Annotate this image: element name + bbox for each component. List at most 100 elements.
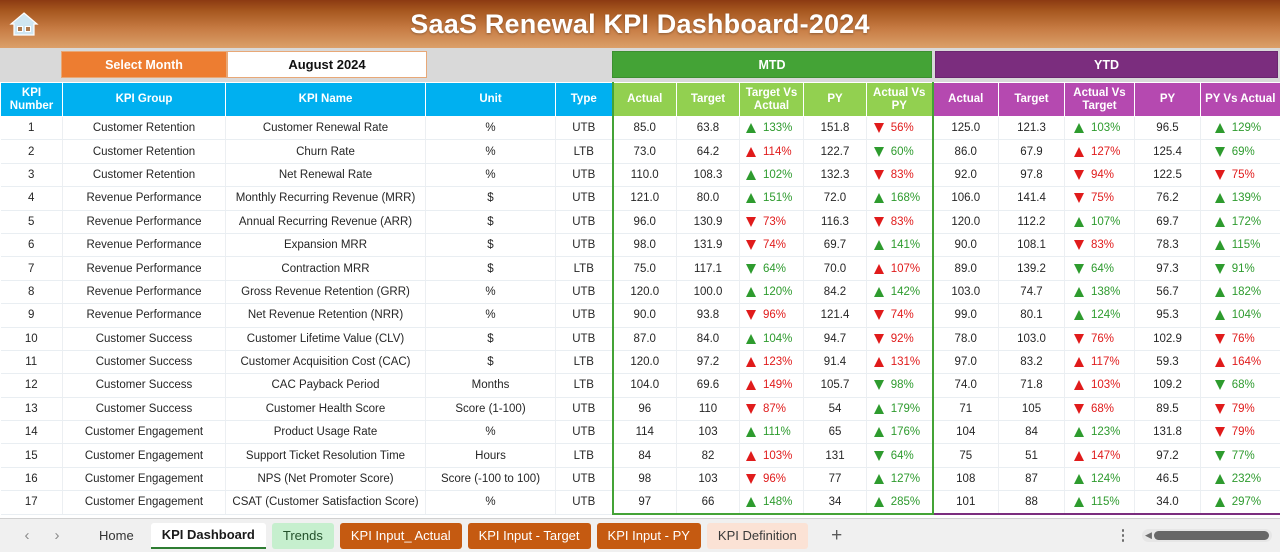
cell-kpi-group: Customer Engagement: [62, 420, 226, 445]
next-sheet-icon[interactable]: ›: [44, 523, 70, 549]
cell-kpi-name: Net Revenue Retention (NRR): [225, 303, 426, 328]
cell-kpi-number: 16: [0, 467, 63, 492]
col-header-kpi-name[interactable]: KPI Name: [225, 82, 426, 117]
col-header-ytd-py[interactable]: PY: [1134, 82, 1201, 117]
add-sheet-button[interactable]: +: [824, 523, 850, 549]
arrow-up-icon: [1074, 474, 1084, 485]
table-row: 13 Customer Success Customer Health Score S…: [0, 397, 1280, 422]
delta-percent: 91%: [1231, 262, 1255, 275]
cell-mtd-py: 72.0: [803, 186, 867, 211]
col-header-mtd-actual[interactable]: Actual: [611, 82, 677, 117]
arrow-down-icon: [1214, 169, 1225, 180]
sheet-tab-kpi-input-py[interactable]: KPI Input - PY: [596, 522, 701, 549]
sheet-tab-kpi-dashboard[interactable]: KPI Dashboard: [150, 522, 266, 549]
sheet-tab-kpi-input-target[interactable]: KPI Input - Target: [467, 522, 591, 549]
cell-type: UTB: [555, 420, 613, 445]
cell-ytd-actual: 108: [931, 467, 999, 492]
col-header-ytd-target[interactable]: Target: [998, 82, 1065, 117]
col-header-type[interactable]: Type: [555, 82, 613, 117]
col-header-mtd-target[interactable]: Target: [676, 82, 740, 117]
col-header-ytd-actual[interactable]: Actual: [931, 82, 999, 117]
cell-ytd-py: 122.5: [1134, 163, 1201, 188]
cell-ytd-actual: 106.0: [931, 186, 999, 211]
cell-mtd-target: 64.2: [676, 139, 740, 164]
col-header-mtd-target-vs-actual[interactable]: Target Vs Actual: [739, 82, 804, 117]
ytd-section-banner: YTD: [935, 51, 1278, 78]
cell-ytd-target: 84: [998, 420, 1065, 445]
sheet-tab-home[interactable]: Home: [88, 523, 145, 549]
cell-mtd-target-vs-actual: 133%: [739, 116, 804, 141]
arrow-up-icon: [1214, 286, 1225, 297]
delta-percent: 232%: [1231, 473, 1262, 486]
col-header-ytd-py-vs-actual[interactable]: PY Vs Actual: [1200, 82, 1280, 117]
sheet-nav-buttons: ‹ ›: [14, 523, 70, 549]
col-header-kpi-group[interactable]: KPI Group: [62, 82, 226, 117]
cell-mtd-actual-vs-py: 56%: [866, 116, 934, 141]
cell-mtd-py: 54: [803, 397, 867, 422]
cell-kpi-number: 7: [0, 256, 63, 281]
arrow-down-icon: [1214, 263, 1225, 274]
horizontal-scrollbar[interactable]: ◀: [1142, 529, 1272, 542]
cell-mtd-target-vs-actual: 123%: [739, 350, 804, 375]
delta-percent: 127%: [1091, 145, 1121, 158]
arrow-up-icon: [746, 357, 756, 368]
cell-unit: %: [425, 116, 556, 141]
cell-kpi-name: Support Ticket Resolution Time: [225, 443, 426, 468]
table-row: 4 Revenue Performance Monthly Recurring Re…: [0, 186, 1280, 211]
sheet-tab-kpi-input-actual[interactable]: KPI Input_ Actual: [339, 522, 462, 549]
arrow-up-icon: [746, 169, 756, 180]
col-header-kpi-number[interactable]: KPI Number: [0, 82, 63, 117]
delta-percent: 103%: [763, 449, 793, 462]
cell-type: UTB: [555, 303, 613, 328]
col-header-ytd-actual-vs-target[interactable]: Actual Vs Target: [1064, 82, 1135, 117]
cell-kpi-number: 4: [0, 186, 63, 211]
prev-sheet-icon[interactable]: ‹: [14, 523, 40, 549]
delta-percent: 124%: [1091, 309, 1121, 322]
col-header-unit[interactable]: Unit: [425, 82, 556, 117]
cell-kpi-group: Revenue Performance: [62, 186, 226, 211]
delta-percent: 115%: [1231, 239, 1261, 252]
scroll-left-icon[interactable]: ◀: [1145, 530, 1152, 541]
delta-percent: 75%: [1231, 168, 1255, 181]
more-options-icon[interactable]: [1114, 525, 1132, 547]
cell-mtd-target-vs-actual: 111%: [739, 420, 804, 445]
sheet-tab-trends[interactable]: Trends: [271, 522, 334, 549]
cell-ytd-py-vs-actual: 76%: [1200, 327, 1280, 351]
page-title: SaaS Renewal KPI Dashboard-2024: [410, 8, 870, 39]
col-header-mtd-actual-vs-py[interactable]: Actual Vs PY: [866, 82, 934, 117]
cell-mtd-actual-vs-py: 83%: [866, 210, 934, 234]
cell-ytd-py-vs-actual: 91%: [1200, 256, 1280, 281]
scrollbar-thumb[interactable]: [1153, 531, 1269, 540]
cell-kpi-number: 9: [0, 303, 63, 328]
delta-percent: 56%: [890, 122, 914, 135]
arrow-up-icon: [1214, 357, 1225, 368]
cell-kpi-number: 17: [0, 490, 63, 515]
cell-mtd-target-vs-actual: 114%: [739, 139, 804, 164]
col-header-mtd-py[interactable]: PY: [803, 82, 867, 117]
cell-mtd-target-vs-actual: 73%: [739, 210, 804, 234]
sheet-tab-kpi-definition[interactable]: KPI Definition: [706, 522, 808, 549]
select-month-input[interactable]: August 2024: [227, 51, 427, 78]
cell-kpi-name: Customer Lifetime Value (CLV): [225, 327, 426, 351]
cell-type: UTB: [555, 233, 613, 258]
cell-ytd-target: 112.2: [998, 210, 1065, 234]
arrow-up-icon: [873, 357, 884, 368]
cell-kpi-group: Revenue Performance: [62, 256, 226, 281]
cell-kpi-group: Customer Retention: [62, 139, 226, 164]
cell-ytd-py-vs-actual: 104%: [1200, 303, 1280, 328]
arrow-up-icon: [746, 380, 756, 391]
cell-unit: $: [425, 327, 556, 351]
cell-unit: $: [425, 210, 556, 234]
sheet-tabs: Home KPI Dashboard Trends KPI Input_ Actual…: [88, 522, 808, 549]
table-row: 9 Revenue Performance Net Revenue Retentio…: [0, 303, 1280, 328]
select-month-label: Select Month: [61, 51, 227, 78]
cell-ytd-actual: 120.0: [931, 210, 999, 234]
cell-mtd-py: 77: [803, 467, 867, 492]
delta-percent: 96%: [763, 309, 787, 322]
cell-ytd-actual-vs-target: 107%: [1064, 210, 1135, 234]
cell-kpi-number: 11: [0, 350, 63, 375]
arrow-up-icon: [1074, 357, 1084, 368]
cell-mtd-actual: 84: [611, 443, 677, 468]
cell-ytd-actual: 78.0: [931, 327, 999, 351]
cell-mtd-target: 84.0: [676, 327, 740, 351]
